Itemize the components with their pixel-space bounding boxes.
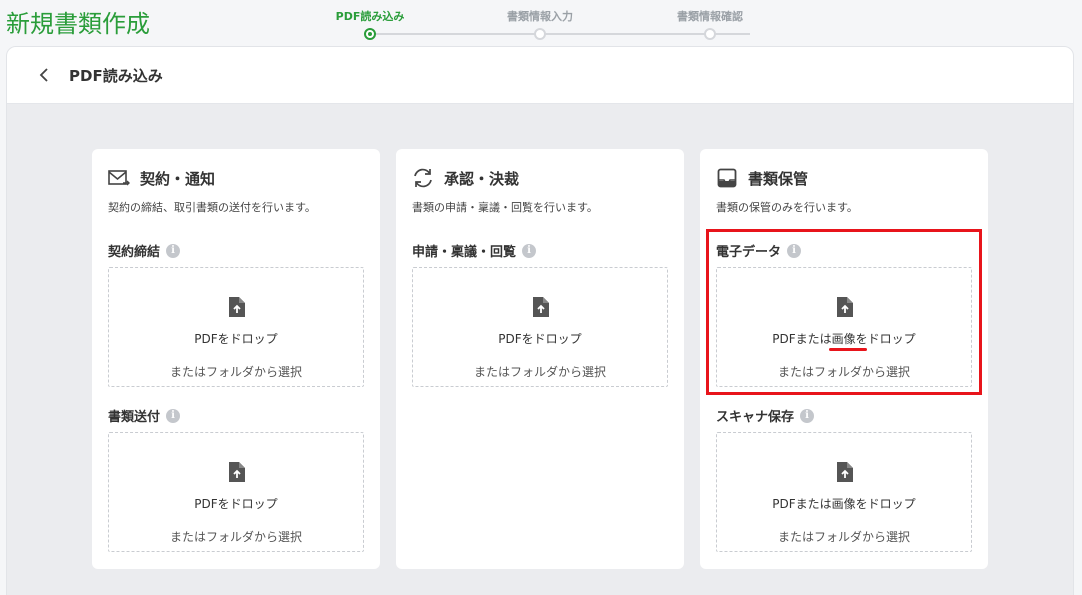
select-from-folder-link[interactable]: またはフォルダから選択	[717, 363, 971, 380]
step-dot	[704, 28, 716, 40]
select-from-folder-link[interactable]: またはフォルダから選択	[413, 363, 667, 380]
drop-text: PDFまたは画像をドロップ	[772, 497, 916, 511]
info-icon[interactable]: i	[522, 243, 537, 258]
step-dot-active	[364, 28, 376, 40]
inbox-icon	[716, 167, 738, 189]
section-label-approval: 申請・稟議・回覧 i	[412, 241, 537, 260]
refresh-icon	[412, 167, 434, 189]
info-icon[interactable]: i	[166, 408, 181, 423]
select-from-folder-link[interactable]: またはフォルダから選択	[717, 528, 971, 545]
card-title: 承認・決裁	[444, 169, 520, 188]
select-from-folder-link[interactable]: またはフォルダから選択	[109, 528, 363, 545]
file-upload-icon	[228, 461, 246, 483]
section-label-text: 書類送付	[108, 410, 161, 425]
mail-send-icon	[108, 167, 130, 189]
step-pdf-import: PDF読み込み	[335, 10, 405, 23]
file-upload-icon	[836, 296, 854, 318]
section-label-text: 契約締結	[108, 245, 161, 260]
card-approval: 承認・決裁 書類の申請・稟議・回覧を行います。 申請・稟議・回覧 i PDFをド…	[396, 149, 684, 569]
dropzone-send[interactable]: PDFをドロップ またはフォルダから選択	[108, 432, 364, 552]
chevron-left-icon[interactable]	[37, 68, 51, 82]
info-icon[interactable]: i	[800, 408, 815, 423]
section-label-text: 申請・稟議・回覧	[412, 245, 517, 260]
step-document-info-input: 書類情報入力	[507, 10, 573, 23]
card-document-storage: 書類保管 書類の保管のみを行います。 電子データ i PDFまたは画像をドロップ…	[700, 149, 988, 569]
info-icon[interactable]: i	[166, 243, 181, 258]
info-icon[interactable]: i	[787, 243, 802, 258]
annotation-underline	[829, 348, 867, 351]
drop-text: PDFまたは画像をドロップ	[772, 332, 916, 346]
section-label-send: 書類送付 i	[108, 406, 181, 425]
card-description: 書類の保管のみを行います。	[716, 201, 858, 214]
dropzone-contract[interactable]: PDFをドロップ またはフォルダから選択	[108, 267, 364, 387]
dropzone-approval[interactable]: PDFをドロップ またはフォルダから選択	[412, 267, 668, 387]
drop-text: PDFをドロップ	[194, 497, 278, 511]
section-label-contract: 契約締結 i	[108, 241, 181, 260]
file-upload-icon	[228, 296, 246, 318]
section-label-electronic-data: 電子データ i	[716, 241, 802, 260]
drop-text: PDFをドロップ	[194, 332, 278, 346]
file-upload-icon	[836, 461, 854, 483]
panel-header: PDF読み込み	[7, 47, 1073, 104]
section-label-text: 電子データ	[716, 245, 782, 260]
page-title: 新規書類作成	[6, 10, 150, 38]
step-dot	[534, 28, 546, 40]
card-description: 契約の締結、取引書類の送付を行います。	[108, 201, 316, 214]
card-description: 書類の申請・稟議・回覧を行います。	[412, 201, 598, 214]
main-panel: PDF読み込み 契約・通知 契約の締結、取引書類の送付を行います。 契約締結 i…	[6, 46, 1074, 595]
card-title: 書類保管	[748, 169, 809, 188]
card-title: 契約・通知	[140, 169, 216, 188]
dropzone-electronic-data[interactable]: PDFまたは画像をドロップ またはフォルダから選択	[716, 267, 972, 387]
step-connector	[370, 33, 750, 35]
progress-stepper: PDF読み込み 書類情報入力 書類情報確認	[330, 8, 790, 42]
section-label-scanner-storage: スキャナ保存 i	[716, 406, 815, 425]
select-from-folder-link[interactable]: またはフォルダから選択	[109, 363, 363, 380]
file-upload-icon	[532, 296, 550, 318]
step-document-info-confirm: 書類情報確認	[677, 10, 743, 23]
section-label-text: スキャナ保存	[716, 410, 795, 425]
drop-text: PDFをドロップ	[498, 332, 582, 346]
dropzone-scanner-storage[interactable]: PDFまたは画像をドロップ またはフォルダから選択	[716, 432, 972, 552]
panel-title: PDF読み込み	[69, 66, 163, 85]
card-contract-notice: 契約・通知 契約の締結、取引書類の送付を行います。 契約締結 i PDFをドロッ…	[92, 149, 380, 569]
